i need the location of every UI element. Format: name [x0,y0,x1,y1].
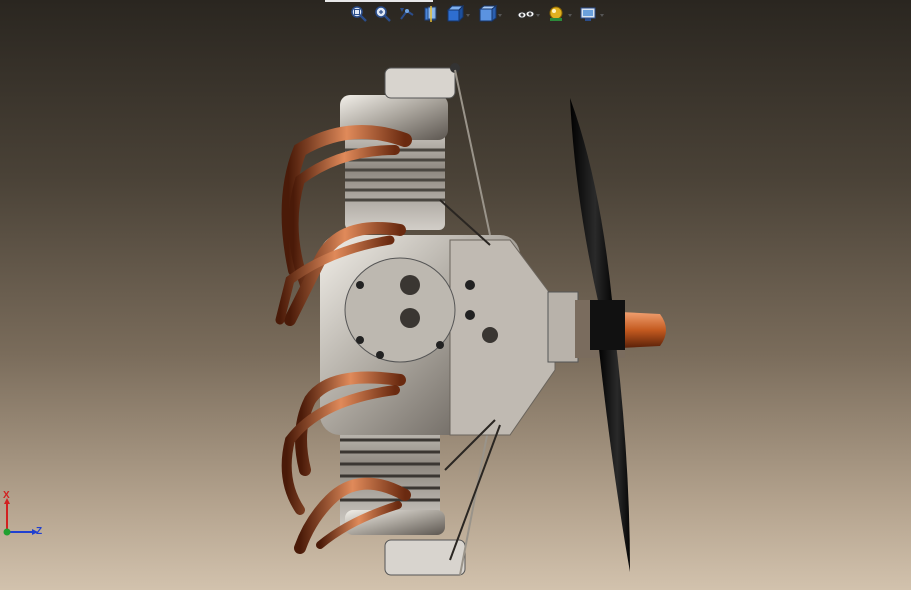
triad-z-label: Z [36,526,43,537]
graphics-area[interactable]: X Z [0,0,911,590]
triad-x-label: X [3,490,10,501]
radial-engine-model[interactable] [0,0,911,590]
crankcase [320,235,556,436]
reference-triad: X Z [0,488,48,548]
